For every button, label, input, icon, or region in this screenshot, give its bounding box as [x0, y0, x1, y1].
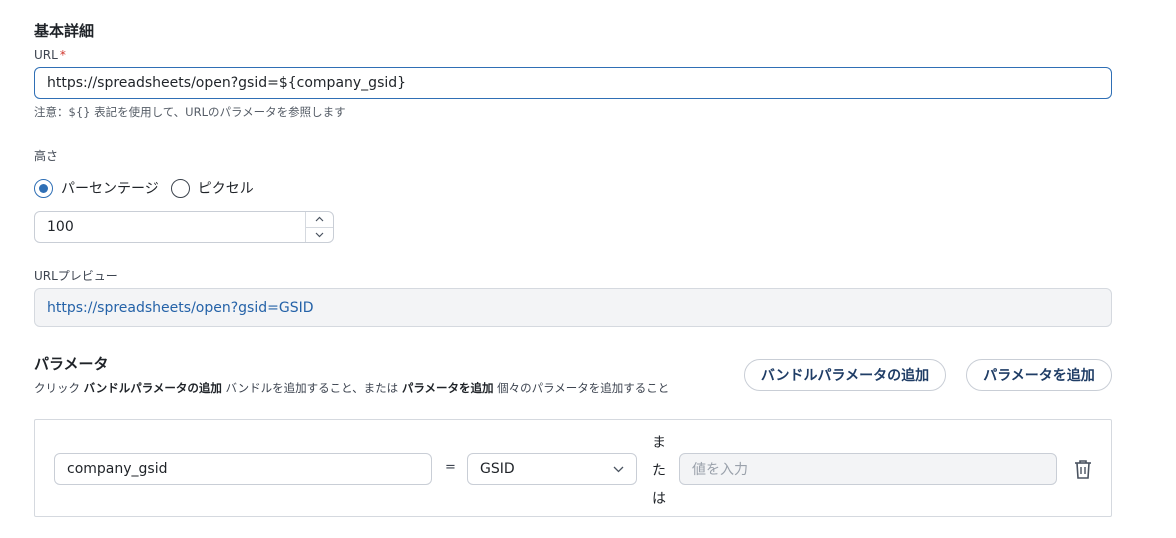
param-value-input[interactable]: 値を入力 — [679, 453, 1057, 485]
add-param-button[interactable]: パラメータを追加 — [966, 359, 1112, 391]
params-desc-part: バンドルを追加すること、または — [221, 381, 402, 395]
or-char: ま — [652, 435, 666, 451]
equals-sign: = — [445, 460, 456, 475]
url-label-text: URL — [34, 48, 58, 62]
chevron-down-icon — [613, 461, 624, 477]
or-char: た — [652, 463, 666, 479]
param-row-card: company_gsid = GSID ま た は 値を入力 — [34, 419, 1112, 517]
preview-label: URLプレビュー — [34, 269, 118, 283]
param-name-input[interactable]: company_gsid — [54, 453, 432, 485]
or-char: は — [652, 491, 666, 507]
params-desc-bold: パラメータを追加 — [401, 381, 494, 395]
radio-pixel[interactable] — [170, 178, 190, 198]
params-title: パラメータ — [34, 355, 109, 373]
height-unit-radio-group: パーセンテージ ピクセル — [34, 178, 266, 198]
param-value-select[interactable]: GSID — [467, 453, 637, 485]
required-mark: * — [59, 48, 66, 62]
stepper-up-icon[interactable] — [306, 212, 333, 228]
url-input[interactable]: https://spreadsheets/open?gsid=${company… — [34, 67, 1112, 99]
url-preview: https://spreadsheets/open?gsid=GSID — [34, 288, 1112, 327]
url-note: 注意：${} 表記を使用して、URLのパラメータを参照します — [34, 105, 346, 119]
params-description: クリック バンドルパラメータの追加 バンドルを追加すること、または パラメータを… — [34, 380, 669, 396]
add-bundle-param-button[interactable]: バンドルパラメータの追加 — [744, 359, 946, 391]
stepper-down-icon[interactable] — [306, 228, 333, 243]
radio-percentage[interactable] — [34, 178, 53, 198]
params-desc-part: クリック — [34, 381, 84, 395]
url-label: URL * — [34, 48, 66, 62]
height-stepper — [305, 212, 333, 242]
section-title: 基本詳細 — [34, 22, 95, 40]
trash-icon[interactable] — [1073, 458, 1093, 484]
param-select-value: GSID — [480, 461, 515, 477]
height-label: 高さ — [34, 149, 59, 163]
height-number-input[interactable]: 100 — [34, 211, 334, 243]
params-desc-part: 個々のパラメータを追加すること — [493, 381, 670, 395]
radio-percentage-label[interactable]: パーセンテージ — [61, 178, 159, 198]
or-label: ま た は — [651, 429, 667, 513]
params-desc-bold: バンドルパラメータの追加 — [83, 381, 222, 395]
height-value[interactable]: 100 — [35, 219, 305, 235]
radio-pixel-label[interactable]: ピクセル — [198, 178, 254, 198]
